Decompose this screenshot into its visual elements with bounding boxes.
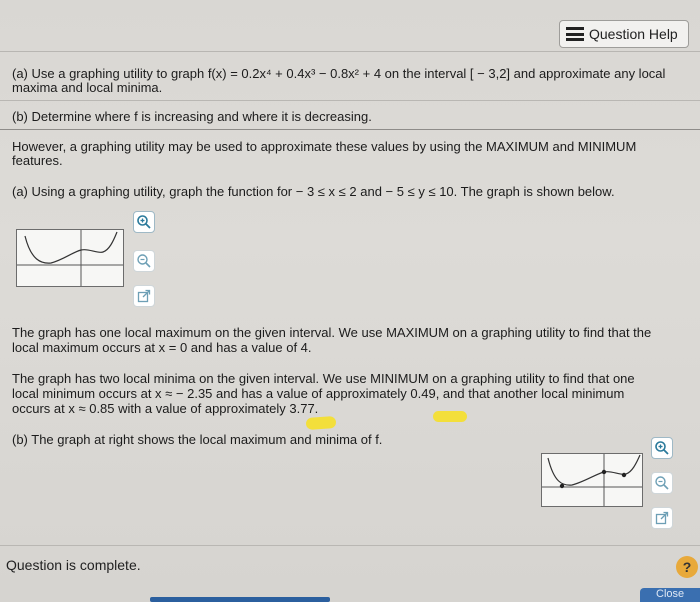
zoom-out-icon — [137, 254, 151, 268]
local-min-text-line3: occurs at x ≈ 0.85 with a value of appro… — [12, 401, 319, 416]
zoom-in-icon — [137, 215, 151, 229]
zoom-out-button[interactable] — [133, 250, 155, 272]
extrema-graph-svg — [542, 454, 642, 506]
highlight-mark — [433, 411, 467, 422]
zoom-out-icon — [655, 476, 669, 490]
open-graph-button[interactable] — [651, 507, 673, 529]
part-a-step: (a) Using a graphing utility, graph the … — [12, 184, 615, 199]
local-min-text-line1: The graph has two local minima on the gi… — [12, 371, 635, 386]
question-help-button[interactable]: Question Help — [559, 20, 689, 48]
zoom-out-button[interactable] — [651, 472, 673, 494]
zoom-in-icon — [655, 441, 669, 455]
zoom-in-button[interactable] — [651, 437, 673, 459]
external-link-icon — [655, 511, 669, 525]
solution-intro-line2: features. — [12, 153, 63, 168]
list-icon — [566, 27, 584, 41]
local-max-text-line1: The graph has one local maximum on the g… — [12, 325, 652, 340]
part-a-prompt-line2: maxima and local minima. — [12, 80, 163, 95]
divider — [0, 545, 700, 546]
part-a-prompt-line1: (a) Use a graphing utility to graph f(x)… — [12, 66, 666, 81]
part-b-prompt: (b) Determine where f is increasing and … — [12, 109, 372, 124]
extrema-graph-thumbnail[interactable] — [541, 453, 643, 507]
solution-intro-line1: However, a graphing utility may be used … — [12, 139, 637, 154]
part-b-step: (b) The graph at right shows the local m… — [12, 432, 383, 447]
highlight-mark — [305, 415, 337, 431]
close-button[interactable]: Close — [640, 588, 700, 602]
open-graph-button[interactable] — [133, 285, 155, 307]
local-max-text-line2: local maximum occurs at x = 0 and has a … — [12, 340, 312, 355]
help-button[interactable]: ? — [676, 556, 698, 578]
progress-bar — [150, 597, 330, 602]
divider — [0, 129, 700, 130]
local-min-text-line2: local minimum occurs at x ≈ − 2.35 and h… — [12, 386, 625, 401]
function-graph-thumbnail[interactable] — [16, 229, 124, 287]
question-help-label: Question Help — [589, 26, 678, 42]
bottom-toolbar — [0, 588, 700, 602]
divider — [0, 100, 700, 101]
top-bar: Question Help — [0, 0, 700, 52]
function-graph-svg — [17, 230, 123, 286]
question-status: Question is complete. — [6, 557, 141, 573]
external-link-icon — [137, 289, 151, 303]
zoom-in-button[interactable] — [133, 211, 155, 233]
